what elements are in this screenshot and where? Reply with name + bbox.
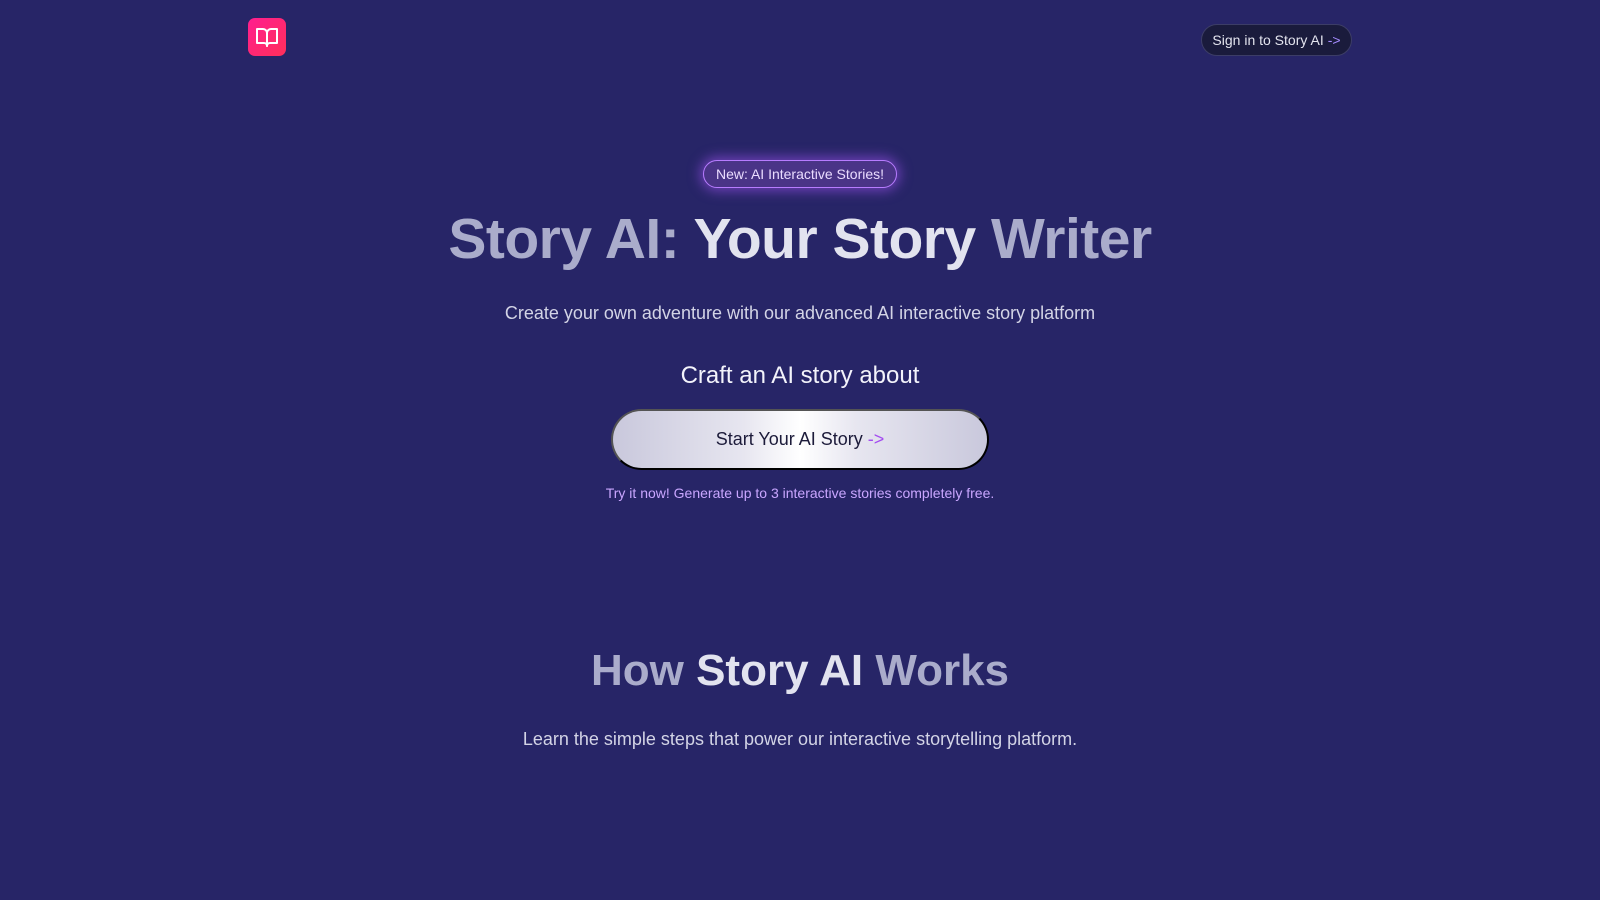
how-title-part3: Works [863, 646, 1010, 695]
start-story-label: Start Your AI Story [715, 429, 863, 449]
hero-title-part3: Writer [975, 207, 1152, 271]
logo-home-link[interactable] [248, 18, 286, 56]
hero-subtitle: Create your own adventure with our advan… [504, 303, 1096, 323]
arrow-right-icon: -> [867, 429, 885, 449]
how-it-works-subtitle: Learn the simple steps that power our in… [522, 729, 1078, 749]
new-feature-badge: New: AI Interactive Stories! [703, 160, 897, 188]
free-trial-note: Try it now! Generate up to 3 interactive… [605, 485, 995, 501]
hero-title-part1: Story AI: [448, 207, 694, 271]
hero-title: Story AI: Your Story Writer [0, 206, 1600, 272]
badge-label: New: AI Interactive Stories! [715, 166, 885, 182]
landing-page: Sign in to Story AI -> New: AI Interacti… [0, 0, 1600, 900]
sign-in-button[interactable]: Sign in to Story AI -> [1201, 24, 1352, 56]
hero-title-part2: Your Story [693, 207, 977, 271]
sign-in-label: Sign in to Story AI [1212, 32, 1324, 48]
start-story-button[interactable]: Start Your AI Story -> [611, 409, 989, 470]
how-title-part2: Story AI [696, 646, 864, 695]
open-book-icon [256, 28, 278, 47]
how-title-part1: How [590, 646, 697, 695]
arrow-right-icon: -> [1327, 32, 1341, 48]
craft-story-label: Craft an AI story about [680, 362, 920, 389]
how-it-works-title: How Story AI Works [0, 646, 1600, 696]
